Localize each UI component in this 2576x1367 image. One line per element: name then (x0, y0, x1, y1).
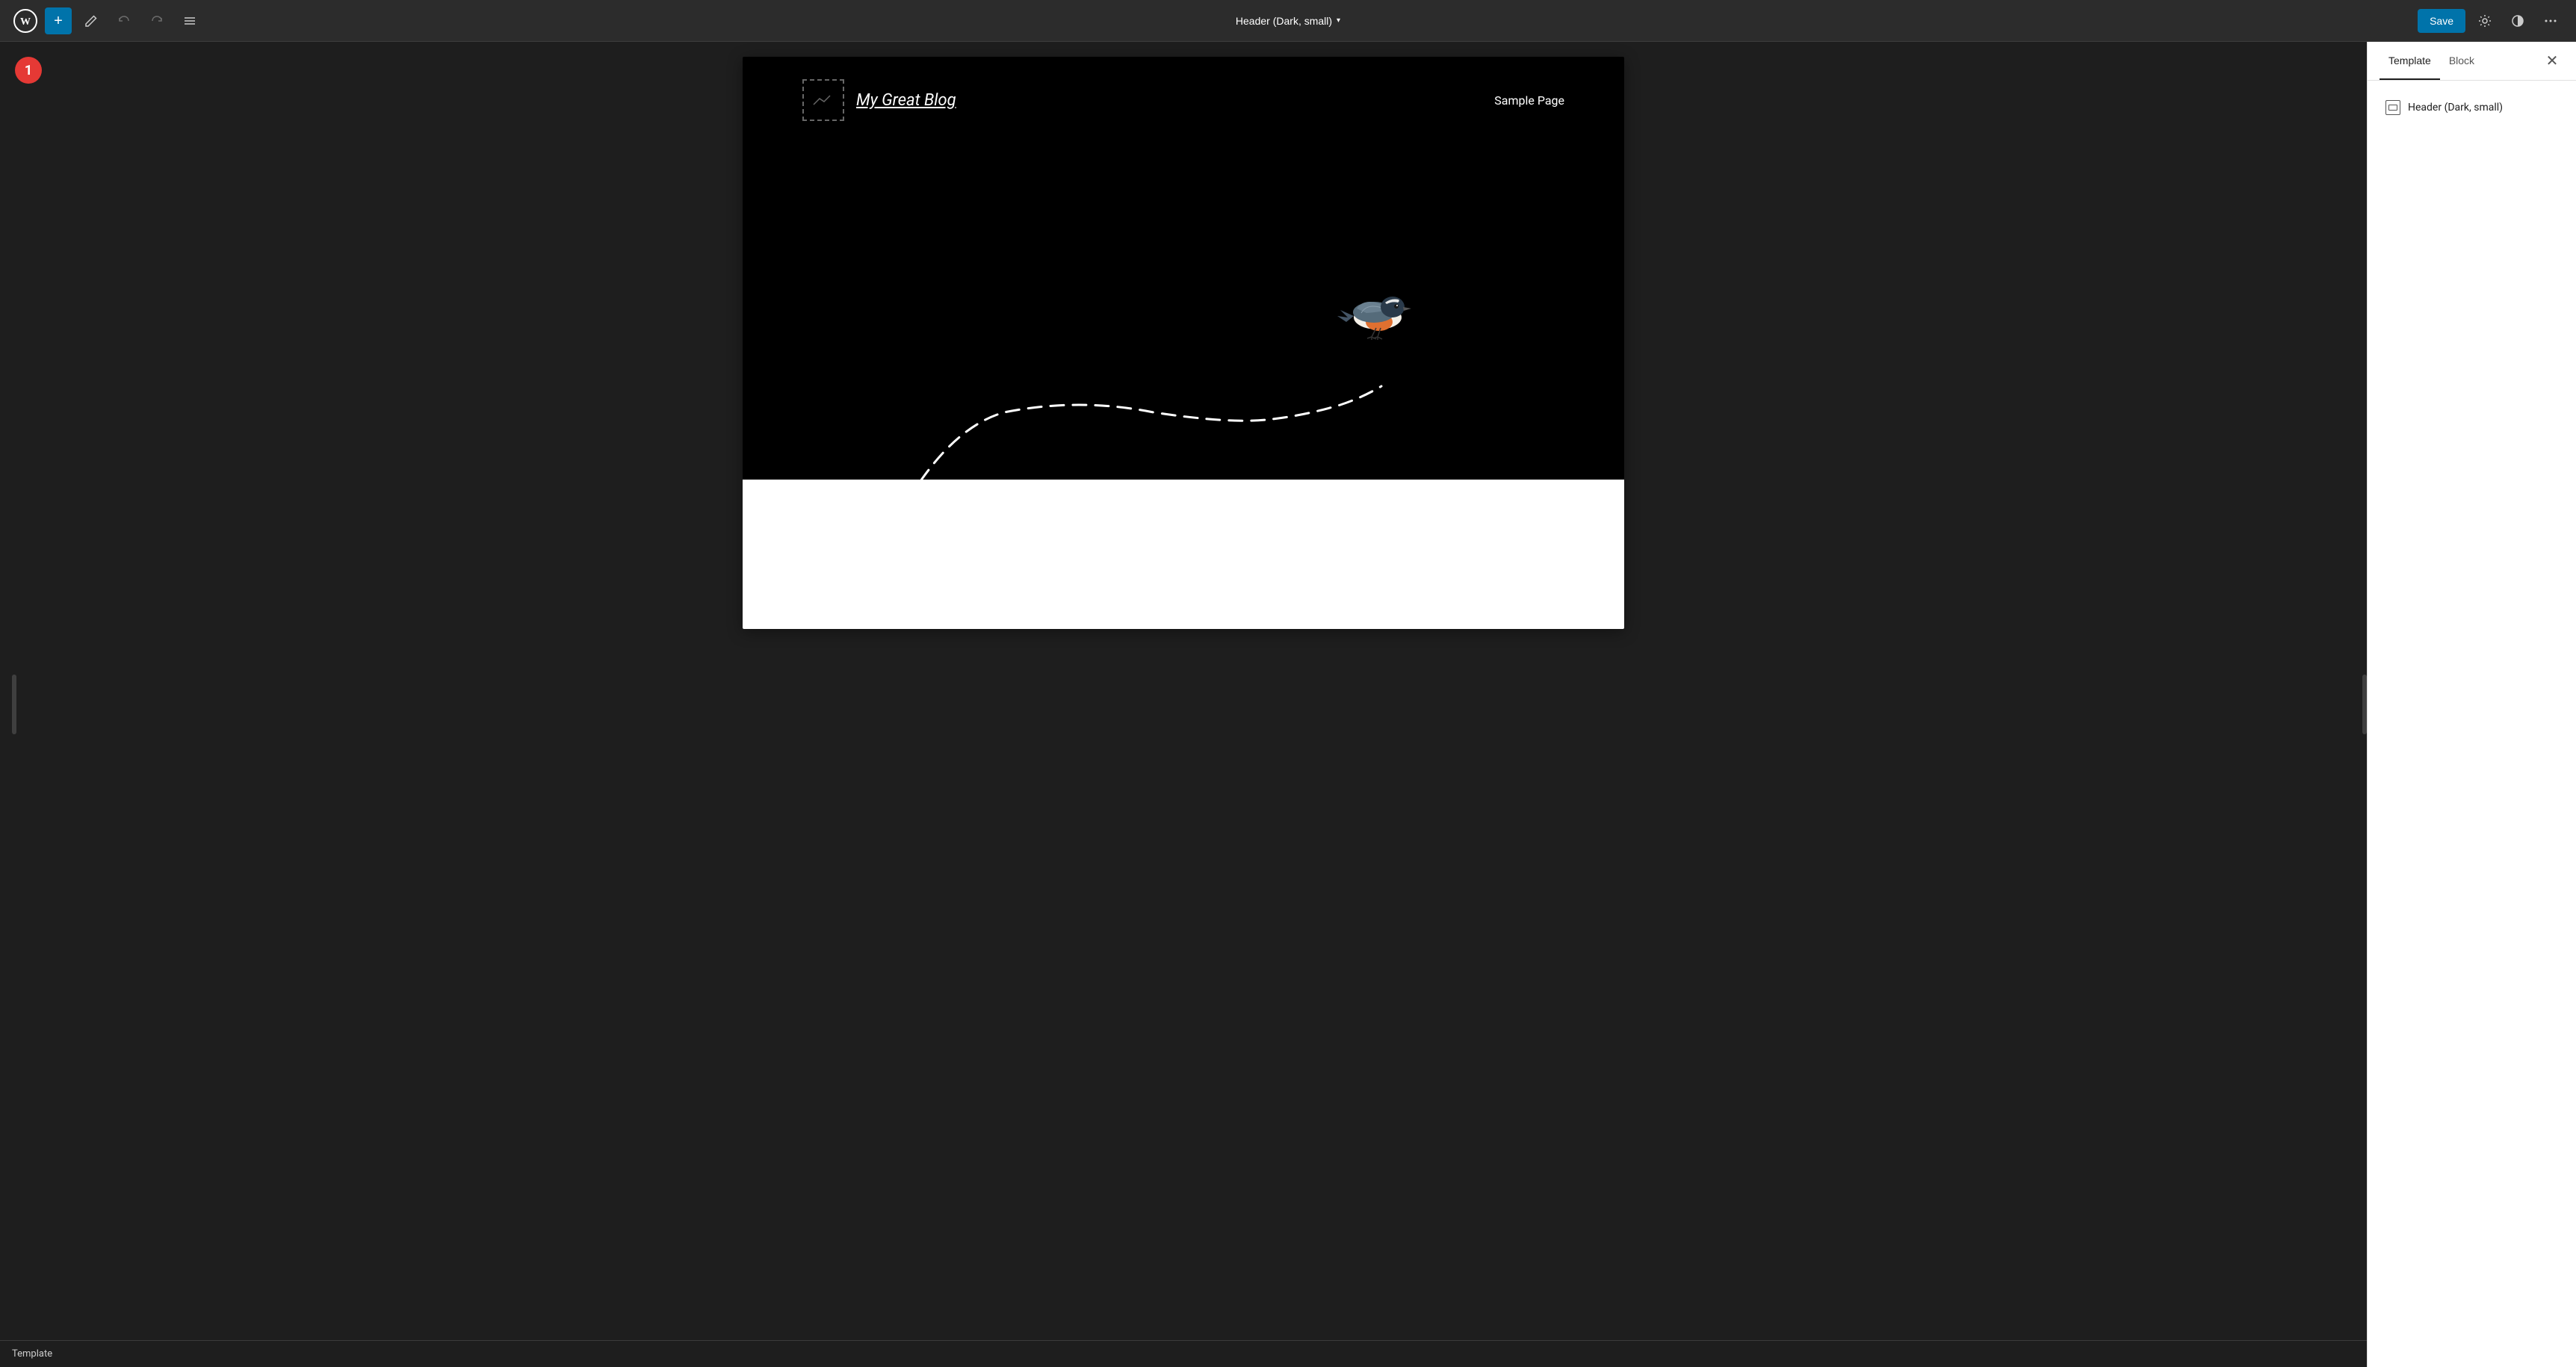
save-button[interactable]: Save (2418, 9, 2465, 33)
hero-block (743, 143, 1624, 480)
theme-toggle-button[interactable] (2504, 7, 2531, 34)
template-item-icon (2385, 100, 2400, 115)
header-title-text: Header (Dark, small) (1236, 15, 1332, 27)
more-options-button[interactable] (2537, 7, 2564, 34)
topbar-left: W + (12, 7, 203, 34)
svg-text:W: W (20, 16, 31, 27)
add-block-button[interactable]: + (45, 7, 72, 34)
editor-frame: My Great Blog Sample Page (743, 57, 1624, 629)
bird-illustration (1325, 271, 1430, 353)
edit-mode-button[interactable] (78, 7, 105, 34)
topbar: W + (0, 0, 2576, 42)
bottombar: Template (0, 1340, 2367, 1367)
panel-close-button[interactable]: ✕ (2540, 49, 2564, 73)
nav-sample-page[interactable]: Sample Page (1494, 93, 1564, 108)
step-badge: 1 (15, 57, 42, 84)
canvas-scroll[interactable]: My Great Blog Sample Page (0, 42, 2367, 1340)
site-title[interactable]: My Great Blog (856, 91, 956, 110)
canvas-area: 1 My Great Blog (0, 42, 2367, 1367)
right-panel: Template Block ✕ Header (Dark, small) (2367, 42, 2576, 1367)
tab-block[interactable]: Block (2440, 43, 2483, 80)
wp-logo[interactable]: W (12, 7, 39, 34)
tab-template[interactable]: Template (2380, 43, 2440, 80)
topbar-center: Header (Dark, small) ▾ (1228, 10, 1348, 31)
main-layout: 1 My Great Blog (0, 42, 2576, 1367)
site-identity: My Great Blog (802, 79, 956, 121)
header-block: My Great Blog Sample Page (743, 57, 1624, 143)
panel-header: Template Block ✕ (2368, 42, 2576, 81)
template-icon-inner (2388, 105, 2397, 111)
template-item-label: Header (Dark, small) (2408, 102, 2503, 114)
topbar-right: Save (2418, 7, 2564, 34)
settings-button[interactable] (2471, 7, 2498, 34)
panel-content: Header (Dark, small) (2368, 81, 2576, 1367)
undo-button[interactable] (111, 7, 137, 34)
hero-arc-svg (743, 143, 1624, 480)
redo-button[interactable] (143, 7, 170, 34)
white-section (743, 480, 1624, 629)
chevron-down-icon: ▾ (1337, 16, 1340, 25)
list-view-button[interactable] (176, 7, 203, 34)
bottombar-label: Template (12, 1348, 52, 1360)
site-logo-placeholder[interactable] (802, 79, 844, 121)
header-title-dropdown[interactable]: Header (Dark, small) ▾ (1228, 10, 1348, 31)
nav-menu: Sample Page (1494, 93, 1564, 108)
template-item-header[interactable]: Header (Dark, small) (2380, 93, 2564, 123)
